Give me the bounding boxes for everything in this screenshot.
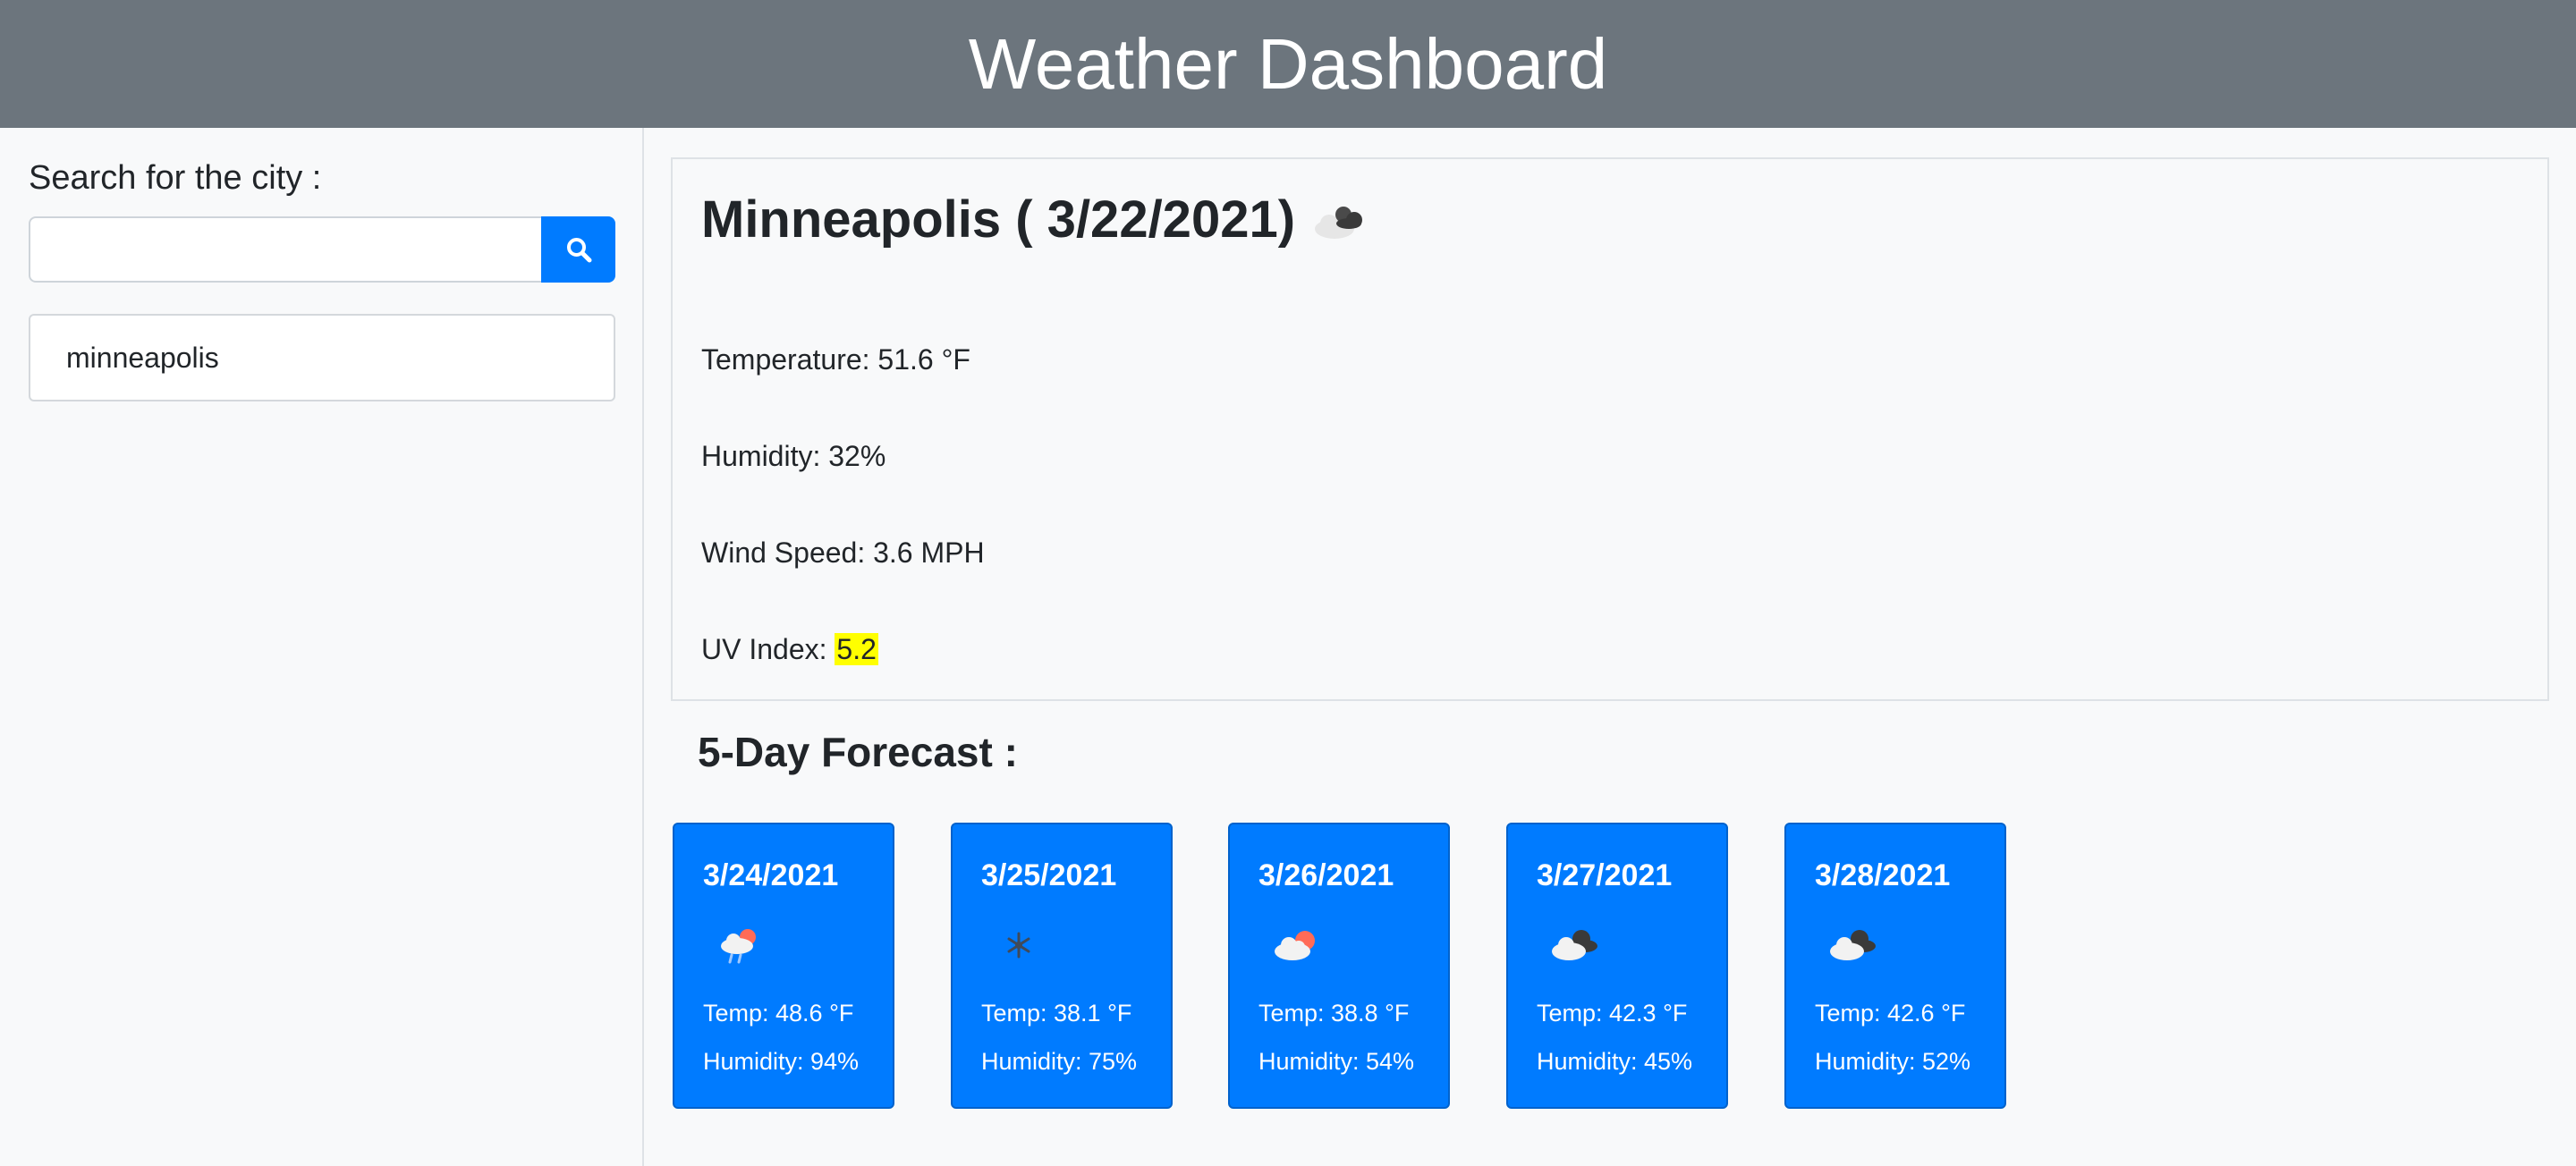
forecast-date: 3/24/2021 [703,858,839,892]
forecast-temp: Temp: 42.6 °F [1815,1000,1966,1027]
broken-clouds-icon [1552,930,1597,960]
search-label: Search for the city : [29,159,322,197]
cloud-sun-icon [1275,931,1315,960]
broken-clouds-icon [1315,207,1362,239]
forecast-title: 5-Day Forecast : [698,729,1018,775]
forecast-humidity: Humidity: 54% [1258,1048,1415,1075]
forecast-date: 3/27/2021 [1537,858,1673,892]
city-date-title: Minneapolis ( 3/22/2021) [701,190,1296,249]
temperature-stat: Temperature: 51.6 °F [701,343,970,376]
forecast-humidity: Humidity: 94% [703,1048,860,1075]
forecast-date: 3/25/2021 [981,858,1117,892]
forecast-date: 3/28/2021 [1815,858,1951,892]
app-header: Weather Dashboard [0,0,2576,128]
forecast-card: 3/25/2021 Temp: 38.1 °F Humidity: 75% [951,823,1173,1109]
forecast-date: 3/26/2021 [1258,858,1394,892]
forecast-humidity: Humidity: 52% [1815,1048,1971,1075]
uv-index-stat: UV Index: 5.2 [701,633,878,666]
search-icon [566,238,591,263]
wind-speed-stat: Wind Speed: 3.6 MPH [701,537,985,569]
forecast-card: 3/26/2021 Temp: 38.8 °F Humidity: 54% [1228,823,1450,1109]
forecast-temp: Temp: 42.3 °F [1537,1000,1688,1027]
forecast-card: 3/28/2021 Temp: 42.6 °F Humidity: 52% [1784,823,2006,1109]
sidebar [0,128,644,1166]
humidity-stat: Humidity: 32% [701,440,886,472]
rain-cloud-sun-icon [721,929,756,964]
broken-clouds-icon [1830,930,1876,960]
uv-index-label: UV Index: [701,633,835,665]
snowflake-icon [1007,932,1030,959]
forecast-humidity: Humidity: 45% [1537,1048,1693,1075]
forecast-humidity: Humidity: 75% [981,1048,1138,1075]
search-input[interactable] [29,216,542,283]
search-history-item[interactable]: minneapolis [29,314,615,401]
forecast-temp: Temp: 38.1 °F [981,1000,1132,1027]
app-title: Weather Dashboard [968,23,1608,104]
forecast-card: 3/27/2021 Temp: 42.3 °F Humidity: 45% [1506,823,1728,1109]
uv-index-badge: 5.2 [835,633,878,665]
forecast-card: 3/24/2021 Temp: 48.6 °F Humidity: 94% [673,823,894,1109]
search-button[interactable] [541,216,615,283]
forecast-temp: Temp: 38.8 °F [1258,1000,1410,1027]
forecast-temp: Temp: 48.6 °F [703,1000,854,1027]
